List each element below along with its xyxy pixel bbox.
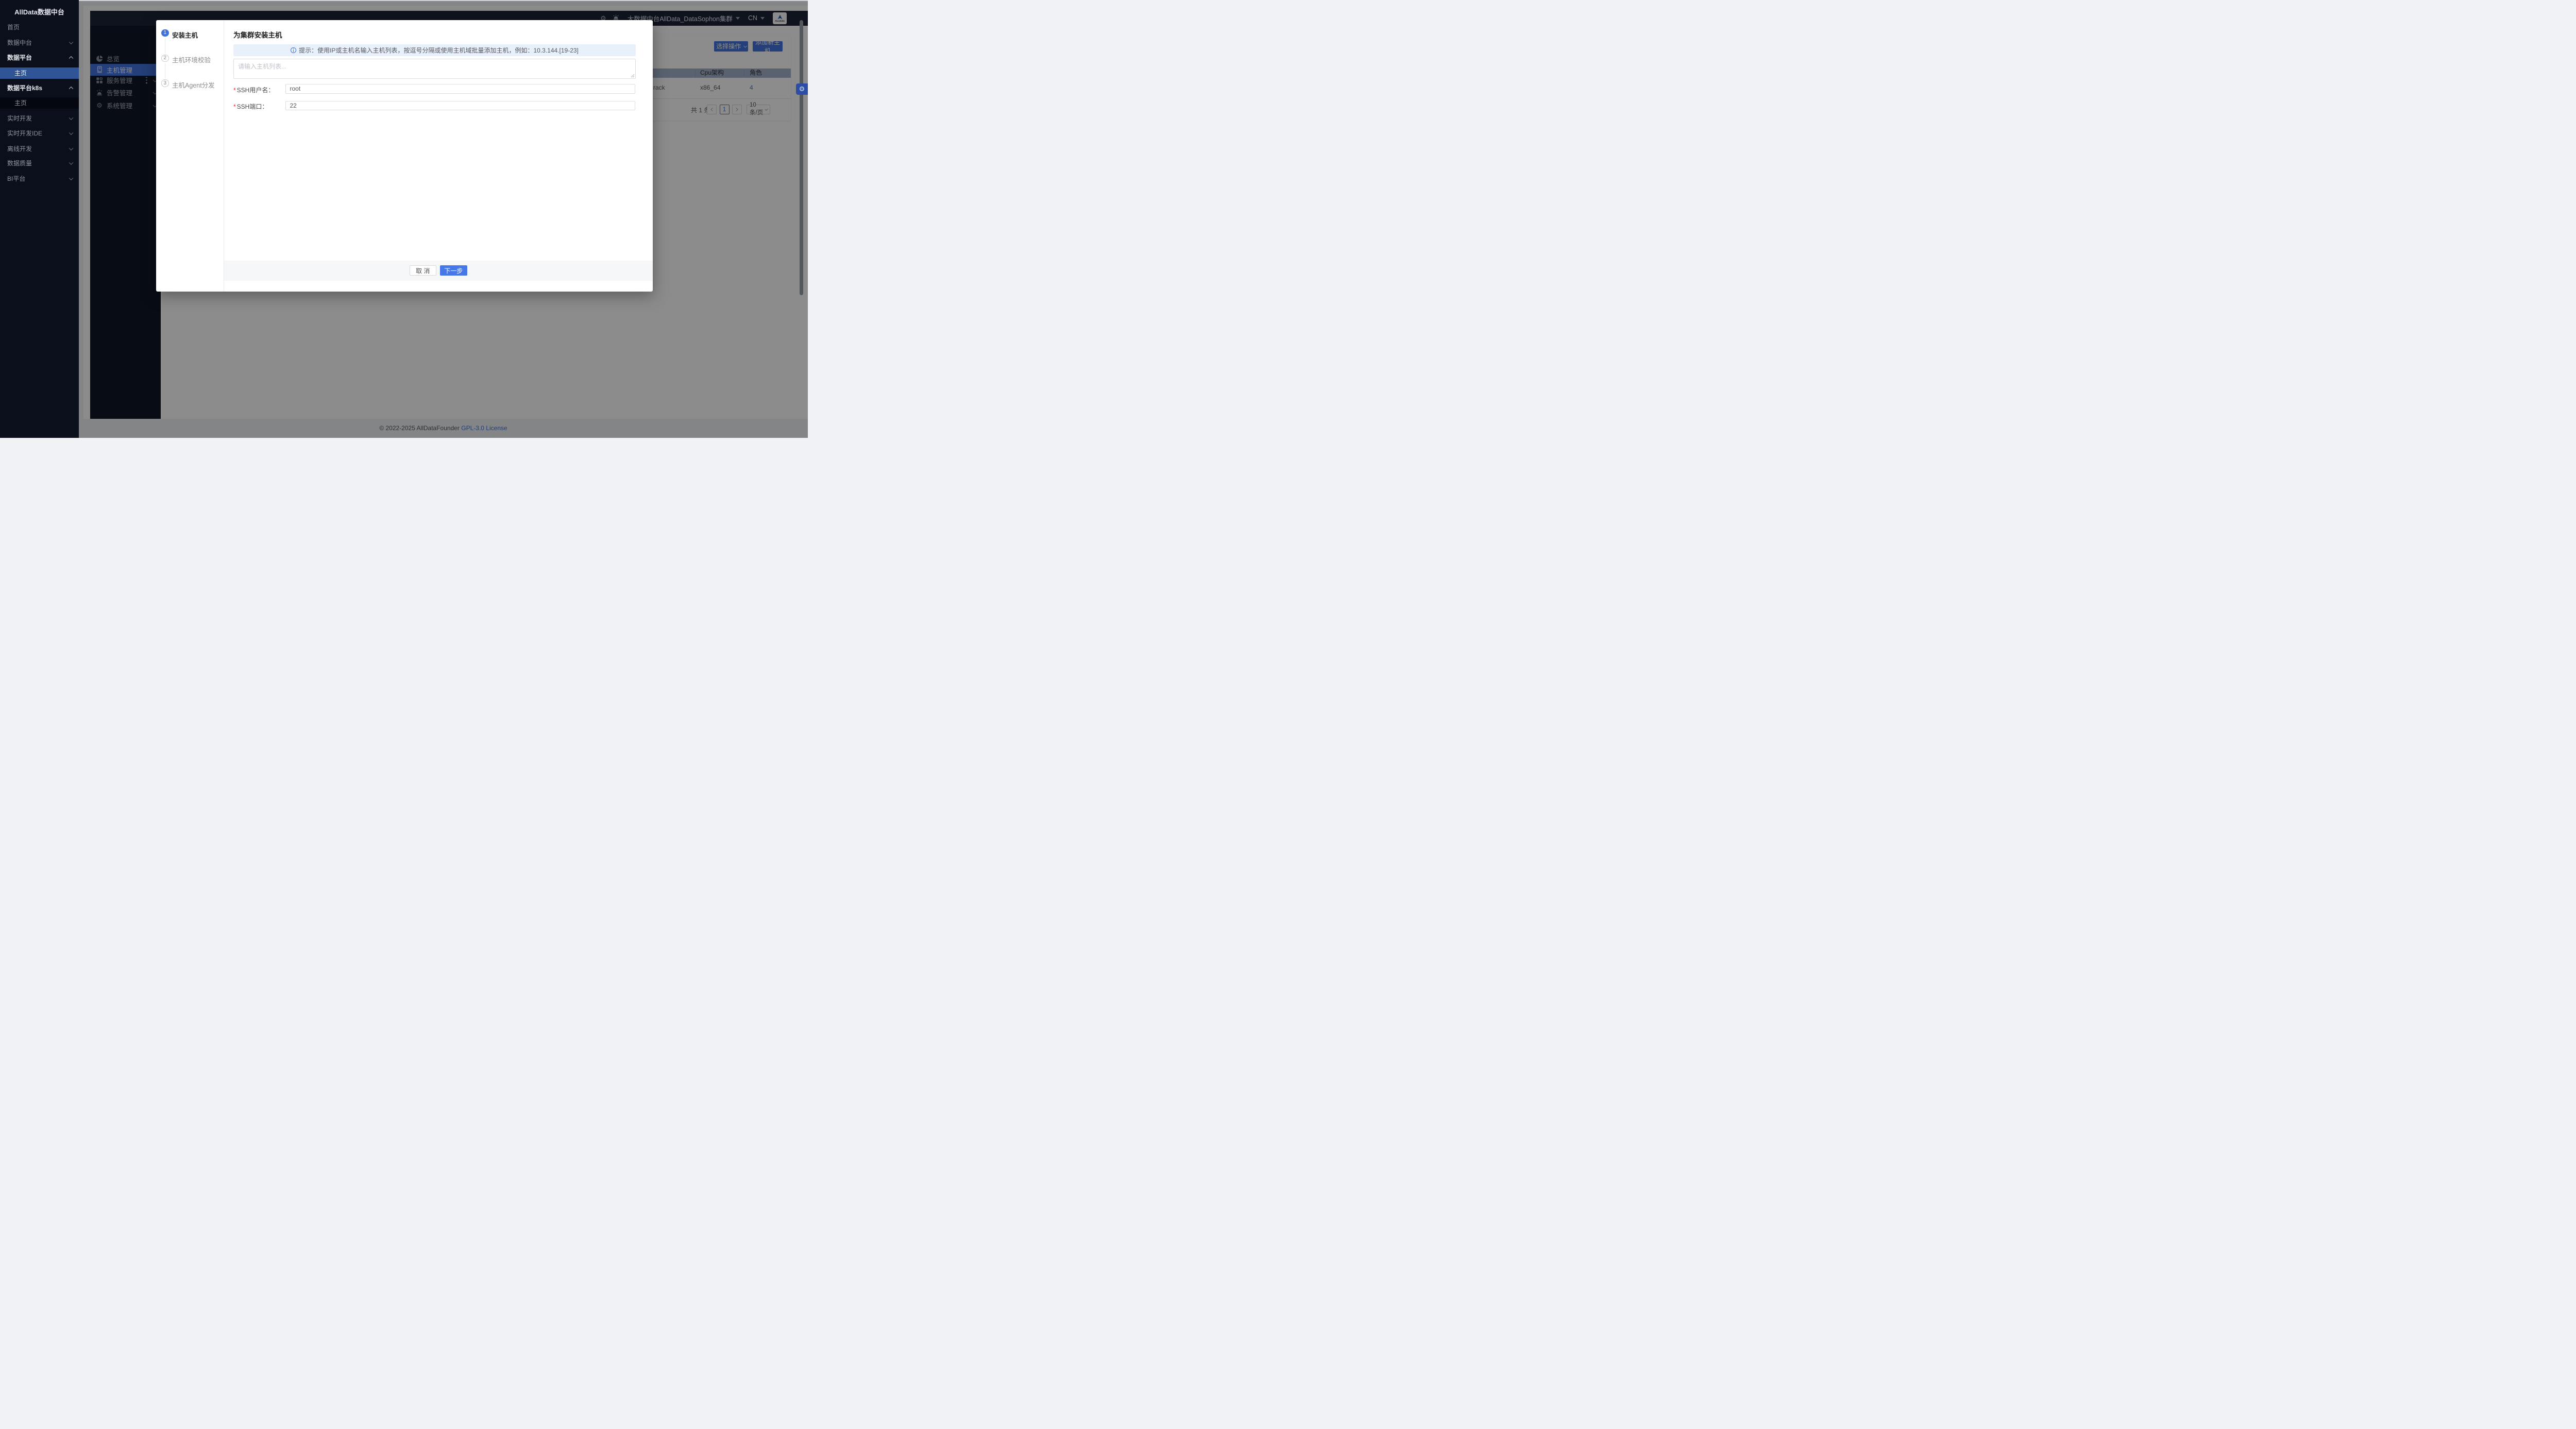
chevron-up-icon — [69, 87, 73, 91]
hosts-input[interactable] — [233, 59, 636, 79]
sidebar-item-realtime-dev-ide[interactable]: 实时开发IDE — [0, 127, 79, 140]
sidebar-item-k8s-main[interactable]: 主页 — [0, 97, 79, 109]
chevron-down-icon — [69, 116, 73, 120]
modal-footer: 取 消 下一步 — [224, 261, 653, 281]
modal-title: 为集群安装主机 — [233, 29, 282, 40]
sidebar-item-realtime-dev[interactable]: 实时开发 — [0, 112, 79, 125]
step-3-label: 主机Agent分发 — [172, 80, 215, 90]
chevron-down-icon — [69, 40, 73, 44]
sidebar-item-data-platform-k8s[interactable]: 数据平台k8s — [0, 82, 79, 94]
chevron-down-icon — [69, 161, 73, 165]
ssh-username-label: *SSH用户名： — [233, 86, 274, 94]
chevron-down-icon — [69, 131, 73, 135]
info-alert: 提示：使用IP或主机名输入主机列表，按逗号分隔或使用主机域批量添加主机，例如：1… — [233, 44, 636, 57]
sidebar-item-bi-platform[interactable]: BI平台 — [0, 173, 79, 185]
install-host-modal: 1 安装主机 2 主机环境校验 3 主机Agent分发 为集群安装主机 提示：使… — [156, 20, 653, 292]
sidebar-item-data-quality[interactable]: 数据质量 — [0, 157, 79, 169]
ssh-port-input[interactable] — [285, 101, 635, 111]
chevron-down-icon — [69, 146, 73, 150]
sidebar-item-data-platform[interactable]: 数据平台 — [0, 52, 79, 64]
steps-panel: 1 安装主机 2 主机环境校验 3 主机Agent分发 — [156, 20, 224, 292]
page: AllData数据中台 首页 数据中台 数据平台 主页 数据平台k8s 主页 实… — [0, 0, 808, 438]
sidebar-item-offline-dev[interactable]: 离线开发 — [0, 143, 79, 155]
sidebar-item-data-platform-main[interactable]: 主页 — [0, 67, 79, 79]
hosts-textarea-wrap — [233, 59, 636, 79]
settings-fab[interactable]: ⚙ — [796, 83, 808, 95]
step-3-indicator: 3 — [161, 79, 169, 87]
chevron-down-icon — [69, 176, 73, 180]
ssh-username-input[interactable] — [285, 84, 635, 94]
cancel-button[interactable]: 取 消 — [410, 265, 436, 276]
next-step-button[interactable]: 下一步 — [440, 265, 467, 276]
info-circle-icon — [291, 47, 296, 53]
required-mark: * — [233, 87, 236, 94]
alert-text: 提示：使用IP或主机名输入主机列表，按逗号分隔或使用主机域批量添加主机，例如：1… — [299, 46, 579, 55]
sidebar-item-data-middle-platform[interactable]: 数据中台 — [0, 37, 79, 49]
ssh-port-label: *SSH端口： — [233, 102, 268, 111]
app-title: AllData数据中台 — [0, 7, 79, 16]
gear-icon: ⚙ — [799, 85, 805, 93]
step-1-label: 安装主机 — [172, 30, 198, 40]
sidebar-item-home[interactable]: 首页 — [0, 21, 79, 33]
step-1-indicator: 1 — [161, 29, 169, 37]
chevron-up-icon — [69, 56, 73, 60]
app-sidebar: AllData数据中台 首页 数据中台 数据平台 主页 数据平台k8s 主页 实… — [0, 0, 79, 438]
step-2-label: 主机环境校验 — [172, 55, 211, 64]
modal-body: 为集群安装主机 提示：使用IP或主机名输入主机列表，按逗号分隔或使用主机域批量添… — [224, 20, 653, 292]
required-mark: * — [233, 103, 236, 110]
step-2-indicator: 2 — [161, 55, 169, 62]
